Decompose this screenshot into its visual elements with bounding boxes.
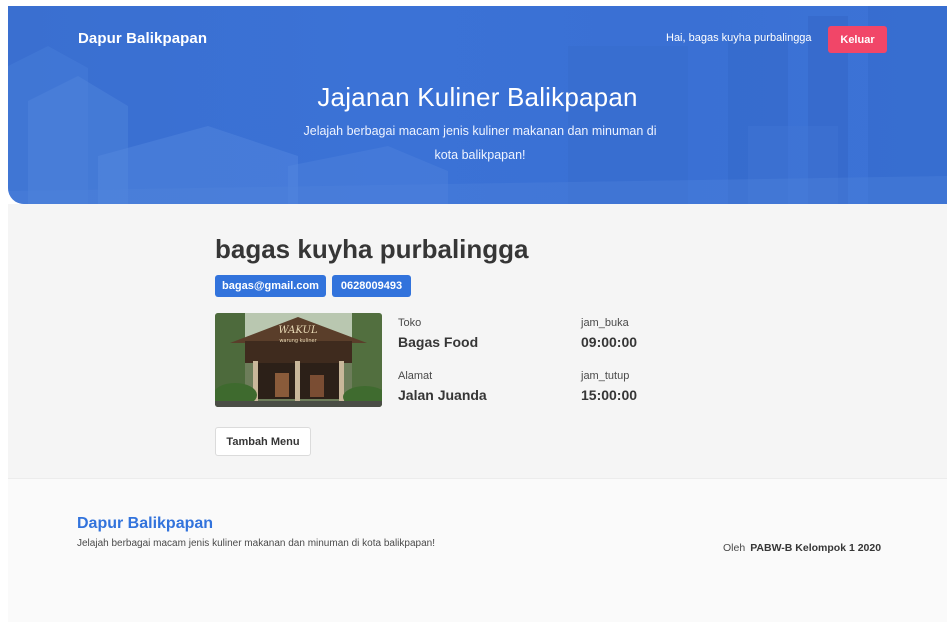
hero-subtitle-line-1: Jelajah berbagai macam jenis kuliner mak… xyxy=(303,124,657,138)
footer-brand: Dapur Balikpapan xyxy=(77,515,214,532)
footer-description: Jelajah berbagai macam jenis kuliner mak… xyxy=(77,538,435,549)
footer-credit-prefix: Oleh xyxy=(723,542,746,554)
hero-banner: Dapur Balikpapan Hai, bagas kuyha purbal… xyxy=(8,6,947,204)
page: Dapur Balikpapan Hai, bagas kuyha purbal… xyxy=(0,0,947,622)
profile-name: bagas kuyha purbalingga xyxy=(215,234,529,264)
add-menu-button[interactable]: Tambah Menu xyxy=(215,427,311,456)
hero-title: Jajanan Kuliner Balikpapan xyxy=(317,82,638,112)
store-photo: WAKUL warung kuliner xyxy=(215,313,382,407)
hero-subtitle: Jelajah berbagai macam jenis kuliner mak… xyxy=(270,119,690,167)
footer: Dapur Balikpapan Jelajah berbagai macam … xyxy=(8,478,947,622)
jam-buka-value: 09:00:00 xyxy=(581,334,638,350)
jam-tutup-label: jam_tutup xyxy=(581,370,630,382)
brand-logo-text[interactable]: Dapur Balikpapan xyxy=(78,30,207,47)
hero-subtitle-line-2: kota balikpapan! xyxy=(434,148,526,162)
logout-button[interactable]: Keluar xyxy=(828,26,887,53)
jam-tutup-value: 15:00:00 xyxy=(581,387,638,403)
jam-buka-label: jam_buka xyxy=(581,317,629,329)
store-sign-text: WAKUL xyxy=(278,325,318,336)
store-photo-illustration: WAKUL warung kuliner xyxy=(215,313,382,407)
toko-value: Bagas Food xyxy=(398,334,479,350)
footer-credit: Oleh PABW-B Kelompok 1 2020 xyxy=(723,542,881,554)
store-sign-subtext: warung kuliner xyxy=(279,338,317,344)
profile-section: bagas kuyha purbalingga bagas@gmail.com … xyxy=(8,204,947,478)
alamat-value: Jalan Juanda xyxy=(398,387,487,403)
user-greeting: Hai, bagas kuyha purbalingga xyxy=(666,32,812,44)
footer-credit-name: PABW-B Kelompok 1 2020 xyxy=(750,542,882,554)
phone-tag: 0628009493 xyxy=(332,275,411,297)
toko-label: Toko xyxy=(398,317,422,329)
alamat-label: Alamat xyxy=(398,370,433,382)
email-tag: bagas@gmail.com xyxy=(215,275,326,297)
